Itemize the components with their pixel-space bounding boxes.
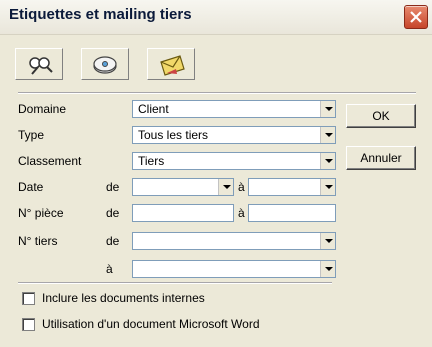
chevron-down-icon	[325, 133, 333, 137]
separator	[18, 282, 332, 284]
dropdown-button[interactable]	[320, 179, 335, 195]
tiers-from-select[interactable]	[132, 232, 336, 250]
tiers-de-label: de	[106, 234, 120, 248]
disk-icon	[93, 56, 117, 74]
dropdown-button[interactable]	[320, 127, 335, 143]
close-button[interactable]	[404, 5, 428, 29]
inclure-checkbox[interactable]	[22, 292, 35, 305]
dropdown-button[interactable]	[218, 179, 233, 195]
classement-label: Classement	[18, 154, 82, 168]
classement-select[interactable]: Tiers	[132, 152, 336, 170]
domaine-value: Client	[138, 102, 169, 116]
date-to-select[interactable]	[248, 178, 336, 196]
ok-button[interactable]: OK	[346, 104, 416, 128]
type-value: Tous les tiers	[138, 128, 209, 142]
type-label: Type	[18, 128, 45, 142]
chevron-down-icon	[325, 267, 333, 271]
word-label: Utilisation d'un document Microsoft Word	[42, 317, 260, 331]
piece-de-label: de	[106, 206, 120, 220]
envelope-icon	[160, 55, 185, 76]
classement-value: Tiers	[138, 154, 165, 168]
dropdown-button[interactable]	[320, 153, 335, 169]
close-icon	[410, 11, 422, 23]
type-select[interactable]: Tous les tiers	[132, 126, 336, 144]
search-people-button[interactable]	[15, 48, 63, 80]
tiers-label: N° tiers	[18, 234, 58, 248]
date-de-label: de	[106, 180, 120, 194]
title-bar: Etiquettes et mailing tiers	[0, 0, 432, 35]
window-title: Etiquettes et mailing tiers	[9, 6, 192, 23]
piece-label: N° pièce	[18, 206, 64, 220]
domaine-select[interactable]: Client	[132, 100, 336, 118]
chevron-down-icon	[325, 159, 333, 163]
disk-button[interactable]	[81, 48, 129, 80]
envelope-button[interactable]	[147, 48, 195, 80]
chevron-down-icon	[325, 107, 333, 111]
date-a-label: à	[238, 180, 245, 194]
dropdown-button[interactable]	[320, 233, 335, 249]
domaine-label: Domaine	[18, 102, 67, 116]
chevron-down-icon	[325, 239, 333, 243]
separator	[18, 92, 416, 94]
piece-to-input[interactable]	[248, 204, 336, 222]
word-checkbox[interactable]	[22, 318, 35, 331]
date-label: Date	[18, 180, 44, 194]
dropdown-button[interactable]	[320, 261, 335, 277]
piece-a-label: à	[238, 206, 245, 220]
search-people-icon	[29, 57, 53, 75]
annuler-button[interactable]: Annuler	[346, 146, 416, 170]
date-from-select[interactable]	[132, 178, 234, 196]
piece-from-input[interactable]	[132, 204, 234, 222]
chevron-down-icon	[325, 185, 333, 189]
chevron-down-icon	[223, 185, 231, 189]
tiers-a-label: à	[106, 262, 113, 276]
dropdown-button[interactable]	[320, 101, 335, 117]
tiers-to-select[interactable]	[132, 260, 336, 278]
inclure-label: Inclure les documents internes	[42, 291, 205, 305]
